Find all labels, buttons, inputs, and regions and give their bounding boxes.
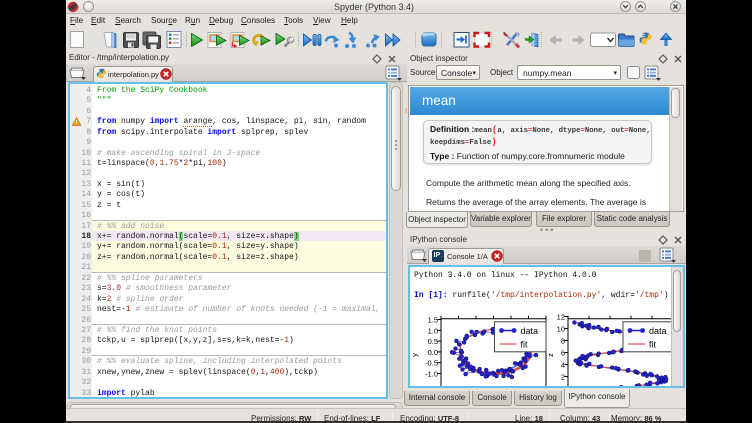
svg-text:12: 12 [557,313,565,322]
svg-text:fit: fit [649,340,657,350]
svg-text:z: z [546,353,555,357]
svg-text:4: 4 [561,361,565,370]
svg-text:10: 10 [557,325,565,334]
svg-text:-1.0: -1.0 [425,370,438,379]
svg-text:8: 8 [561,337,565,346]
svg-text:1.0: 1.0 [428,326,438,335]
svg-text:-0.5: -0.5 [425,359,438,368]
svg-text:1.5: 1.5 [428,316,438,325]
svg-text:0.5: 0.5 [428,337,438,346]
svg-text:data: data [649,326,667,336]
svg-text:2: 2 [561,373,565,382]
svg-text:6: 6 [561,349,565,358]
svg-text:y: y [410,353,419,357]
svg-text:data: data [521,326,539,336]
svg-text:0.0: 0.0 [428,348,438,357]
svg-text:fit: fit [521,340,529,350]
